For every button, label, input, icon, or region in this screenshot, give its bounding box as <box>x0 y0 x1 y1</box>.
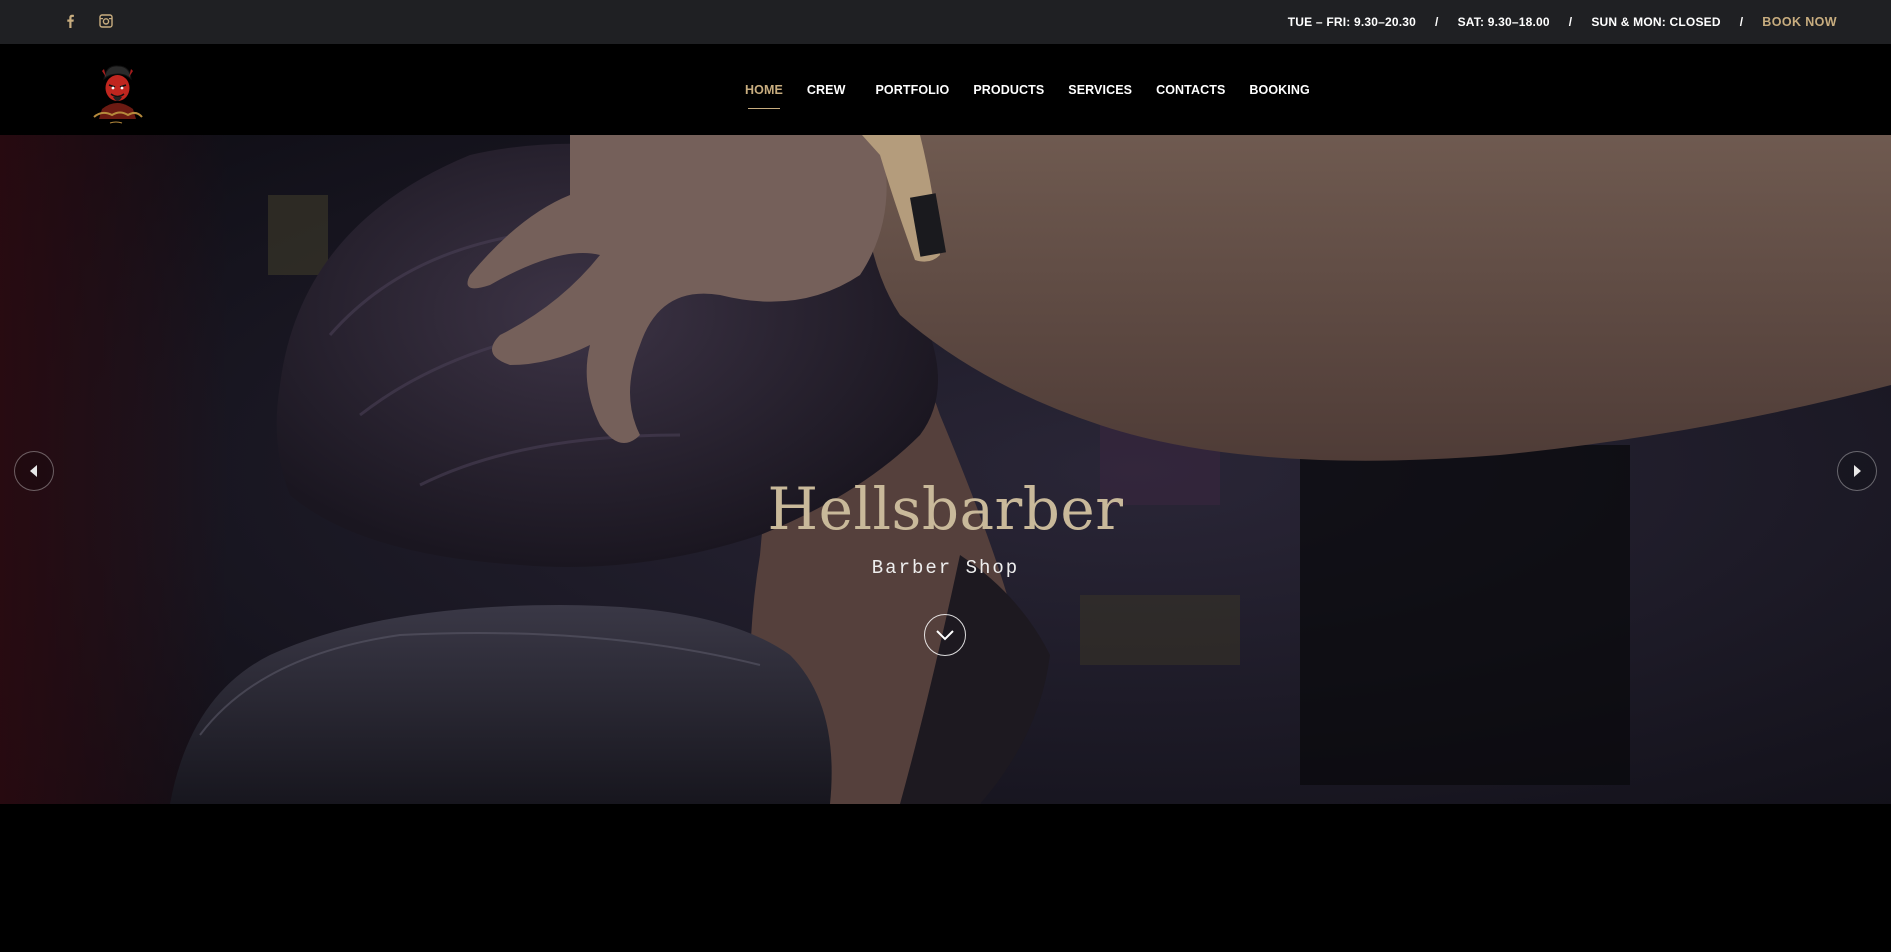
facebook-icon[interactable] <box>62 12 78 30</box>
nav-menu: HOME CREW PORTFOLIO PRODUCTS SERVICES CO… <box>745 44 1334 135</box>
social-links <box>62 12 114 30</box>
scroll-down-button[interactable] <box>924 614 966 656</box>
book-now-link[interactable]: BOOK NOW <box>1762 15 1837 29</box>
hero-slider: Hellsbarber Barber Shop <box>0 135 1891 804</box>
hours-separator: / <box>1568 15 1573 29</box>
hero-background-image <box>0 135 1891 804</box>
hours-closed: SUN & MON: CLOSED <box>1591 15 1721 29</box>
nav-item-contacts[interactable]: CONTACTS <box>1156 79 1225 101</box>
main-navigation: HOME CREW PORTFOLIO PRODUCTS SERVICES CO… <box>0 44 1891 135</box>
opening-hours: TUE – FRI: 9.30–20.30 / SAT: 9.30–18.00 … <box>1288 0 1837 44</box>
hours-saturday: SAT: 9.30–18.00 <box>1457 15 1550 29</box>
nav-item-services[interactable]: SERVICES <box>1068 79 1132 101</box>
hours-separator: / <box>1739 15 1744 29</box>
nav-item-crew[interactable]: CREW <box>807 79 846 101</box>
instagram-icon[interactable] <box>98 12 114 30</box>
top-bar: TUE – FRI: 9.30–20.30 / SAT: 9.30–18.00 … <box>0 0 1891 44</box>
nav-item-products[interactable]: PRODUCTS <box>973 79 1044 101</box>
hours-weekdays: TUE – FRI: 9.30–20.30 <box>1287 15 1417 29</box>
chevron-down-icon <box>936 630 954 641</box>
hours-separator: / <box>1435 15 1439 29</box>
nav-item-portfolio[interactable]: PORTFOLIO <box>876 79 950 101</box>
hero-title: Hellsbarber <box>767 475 1124 543</box>
site-logo[interactable] <box>82 57 152 127</box>
nav-item-booking[interactable]: BOOKING <box>1249 79 1309 101</box>
hero-subtitle: Barber Shop <box>871 557 1020 579</box>
nav-item-home[interactable]: HOME <box>745 79 783 109</box>
page-below-fold <box>0 804 1891 952</box>
